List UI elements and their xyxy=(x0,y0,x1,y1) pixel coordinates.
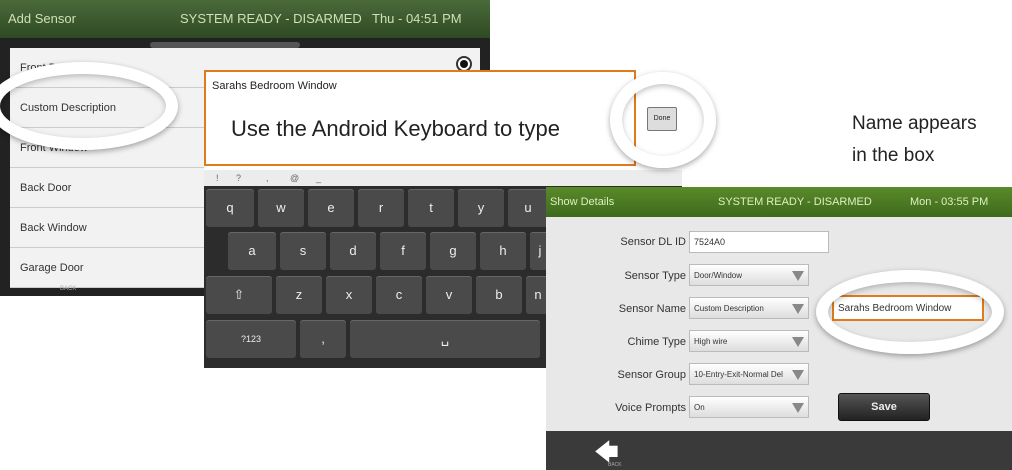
instruction-text: Use the Android Keyboard to type xyxy=(231,116,560,141)
sensor-type-select[interactable]: Door/Window xyxy=(689,264,809,286)
description-input[interactable]: Sarahs Bedroom Window Use the Android Ke… xyxy=(204,70,636,166)
clock: Mon - 03:55 PM xyxy=(910,196,989,208)
symbol-key[interactable]: ! xyxy=(216,173,219,183)
voice-prompts-select[interactable]: On xyxy=(689,396,809,418)
sensor-group-label: Sensor Group xyxy=(617,369,686,381)
highlight-ring xyxy=(816,270,1004,354)
screen-title: Add Sensor xyxy=(8,11,76,26)
voice-prompts-label: Voice Prompts xyxy=(615,402,686,414)
screen-title: Show Details xyxy=(550,196,615,208)
chime-type-select[interactable]: High wire xyxy=(689,330,809,352)
symbol-key[interactable]: ? xyxy=(236,173,241,183)
key[interactable]: b xyxy=(476,276,522,314)
key[interactable]: w xyxy=(258,189,304,227)
symbol-key[interactable]: @ xyxy=(290,173,299,183)
list-item-label: Garage Door xyxy=(20,262,84,274)
sensor-type-label: Sensor Type xyxy=(624,270,686,282)
system-status: SYSTEM READY - DISARMED xyxy=(718,196,872,208)
back-label[interactable]: BACK xyxy=(60,286,76,292)
bottom-nav-bar: 🡄 BACK xyxy=(546,431,1012,470)
chime-type-value: High wire xyxy=(694,337,728,346)
shift-key[interactable]: ⇧ xyxy=(206,276,272,314)
key[interactable]: z xyxy=(276,276,322,314)
back-label: BACK xyxy=(608,462,622,468)
sensor-name-select[interactable]: Custom Description xyxy=(689,297,809,319)
sensor-dl-id-label: Sensor DL ID xyxy=(620,236,686,248)
symbol-suggestion-bar: ! ? , @ _ xyxy=(204,170,682,186)
annotation-line: Name appears xyxy=(852,113,977,134)
clock: Thu - 04:51 PM xyxy=(372,11,462,26)
annotation-line: in the box xyxy=(852,145,935,166)
comma-key[interactable]: , xyxy=(300,320,346,358)
annotation-text: Name appears in the box xyxy=(852,108,977,172)
dropdown-arrow-icon xyxy=(792,337,804,347)
chime-type-label: Chime Type xyxy=(627,336,687,348)
key[interactable]: d xyxy=(330,232,376,270)
key[interactable]: s xyxy=(280,232,326,270)
save-button[interactable]: Save xyxy=(838,393,930,421)
sensor-name-label: Sensor Name xyxy=(618,303,686,315)
dropdown-arrow-icon xyxy=(792,271,804,281)
dropdown-arrow-icon xyxy=(792,370,804,380)
system-status: SYSTEM READY - DISARMED xyxy=(180,11,362,26)
key[interactable]: f xyxy=(380,232,426,270)
list-item-label: Back Window xyxy=(20,222,87,234)
space-key[interactable]: ␣ xyxy=(350,320,540,358)
sensor-group-select[interactable]: 10-Entry-Exit-Normal Del xyxy=(689,363,809,385)
key[interactable]: q xyxy=(206,189,254,227)
list-item-label: Back Door xyxy=(20,182,72,194)
symbol-key[interactable]: _ xyxy=(316,173,321,183)
key[interactable]: a xyxy=(228,232,276,270)
dropdown-arrow-icon xyxy=(792,304,804,314)
key[interactable]: c xyxy=(376,276,422,314)
key[interactable]: y xyxy=(458,189,504,227)
dropdown-arrow-icon xyxy=(792,403,804,413)
highlight-ring xyxy=(610,72,716,168)
sensor-group-value: 10-Entry-Exit-Normal Del xyxy=(694,370,783,379)
key[interactable]: x xyxy=(326,276,372,314)
status-bar: Add Sensor SYSTEM READY - DISARMED Thu -… xyxy=(0,0,490,38)
symbols-key[interactable]: ?123 xyxy=(206,320,296,358)
key[interactable]: g xyxy=(430,232,476,270)
key[interactable]: v xyxy=(426,276,472,314)
symbol-key[interactable]: , xyxy=(266,173,269,183)
status-bar: Show Details SYSTEM READY - DISARMED Mon… xyxy=(546,187,1012,217)
typed-text: Sarahs Bedroom Window xyxy=(212,80,337,92)
sensor-type-value: Door/Window xyxy=(694,271,743,280)
key[interactable]: r xyxy=(358,189,404,227)
key[interactable]: t xyxy=(408,189,454,227)
sensor-dl-id-field[interactable]: 7524A0 xyxy=(689,231,829,253)
key[interactable]: e xyxy=(308,189,354,227)
key[interactable]: h xyxy=(480,232,526,270)
voice-prompts-value: On xyxy=(694,403,705,412)
key[interactable]: u xyxy=(508,189,548,227)
sensor-name-value: Custom Description xyxy=(694,304,764,313)
